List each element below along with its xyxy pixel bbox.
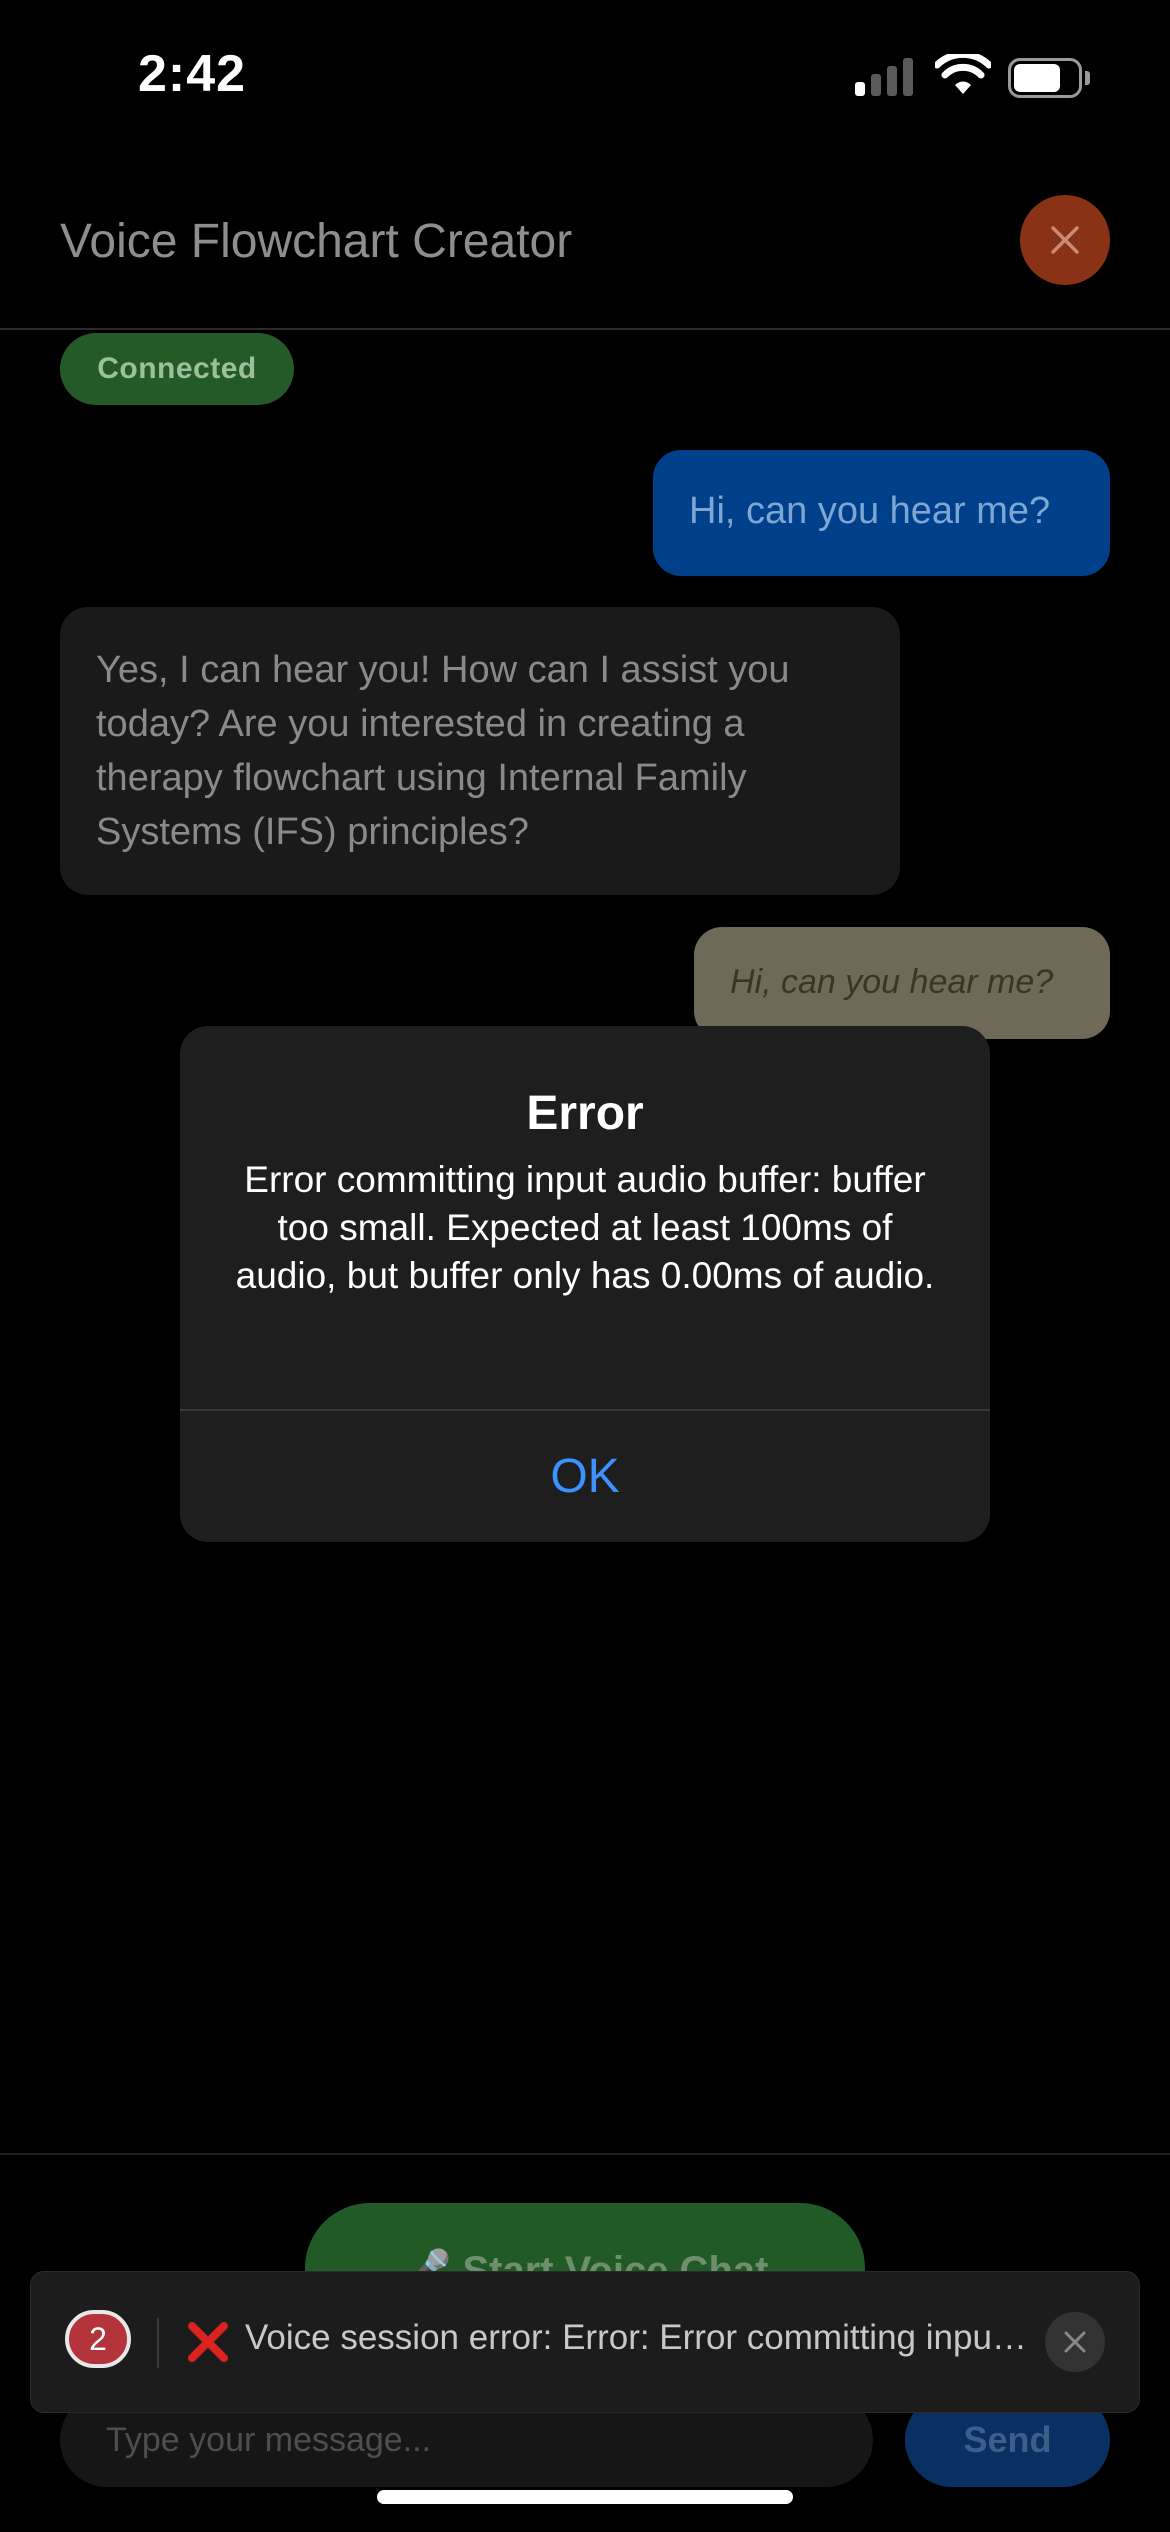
user-transcript-message: Hi, can you hear me?: [694, 927, 1110, 1039]
toast-count-badge: 2: [65, 2310, 131, 2368]
user-message: Hi, can you hear me?: [653, 450, 1110, 576]
status-time: 2:42: [138, 45, 247, 103]
alert-ok-button[interactable]: OK: [180, 1411, 990, 1542]
close-button[interactable]: [1020, 195, 1110, 285]
app-screen: 2:42 Voice Flowchart Creator Connected H…: [0, 0, 1170, 2532]
app-header: Voice Flowchart Creator: [0, 170, 1170, 330]
error-alert-dialog: Error Error committing input audio buffe…: [180, 1026, 990, 1542]
cellular-signal-icon: [855, 58, 915, 96]
page-title: Voice Flowchart Creator: [60, 215, 573, 268]
composer-divider: [0, 2153, 1170, 2155]
battery-icon: [1008, 58, 1090, 98]
assistant-message: Yes, I can hear you! How can I assist yo…: [60, 607, 900, 895]
toast-dismiss-button[interactable]: [1045, 2312, 1105, 2372]
cross-mark-icon: [188, 2322, 228, 2362]
status-bar: 2:42: [0, 0, 1170, 150]
wifi-icon: [935, 54, 991, 94]
alert-message: Error committing input audio buffer: buf…: [235, 1159, 935, 1296]
close-icon: [1064, 2331, 1086, 2353]
toast-message: Voice session error: Error: Error commit…: [245, 2318, 1035, 2357]
alert-title: Error: [526, 1087, 644, 1140]
error-toast[interactable]: 2 Voice session error: Error: Error comm…: [30, 2271, 1140, 2413]
toast-divider: [157, 2318, 159, 2368]
close-icon: [1051, 226, 1079, 254]
connection-status-badge: Connected: [60, 333, 294, 405]
home-indicator[interactable]: [377, 2490, 793, 2504]
